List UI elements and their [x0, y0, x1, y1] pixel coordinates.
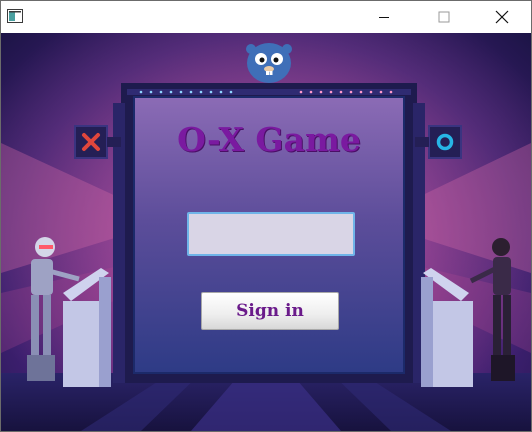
app-window: O-X Game Sign in — [0, 0, 532, 432]
game-title: O-X Game — [177, 120, 361, 159]
signin-button[interactable]: Sign in — [201, 292, 339, 330]
title-bar[interactable] — [1, 1, 531, 33]
signin-button-label: Sign in — [236, 301, 304, 321]
username-input[interactable] — [187, 212, 355, 256]
minimize-button[interactable] — [361, 1, 407, 33]
close-icon — [495, 10, 509, 24]
app-icon — [7, 9, 23, 23]
maximize-icon — [438, 11, 450, 23]
maximize-button[interactable] — [421, 1, 467, 33]
signin-panel: O-X Game Sign in — [133, 96, 405, 374]
close-button[interactable] — [479, 1, 525, 33]
game-scene: O-X Game Sign in — [1, 33, 531, 431]
minimize-icon — [379, 17, 389, 18]
